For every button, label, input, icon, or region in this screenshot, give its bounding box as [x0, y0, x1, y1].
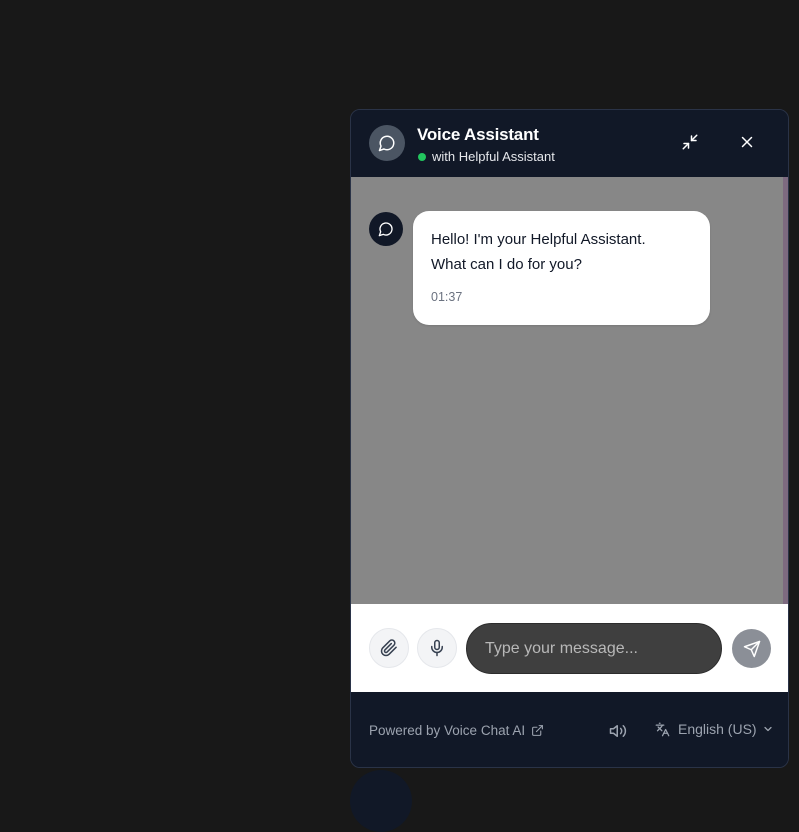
attach-button[interactable] [369, 628, 409, 668]
close-icon [741, 136, 753, 148]
message-list[interactable]: Hello! I'm your Helpful Assistant. What … [351, 177, 788, 604]
widget-subtitle: with Helpful Assistant [417, 149, 555, 164]
paperclip-icon [380, 639, 397, 657]
chat-launcher-button[interactable] [350, 770, 412, 832]
close-button[interactable] [735, 130, 759, 154]
speaker-icon [609, 725, 627, 737]
chat-bubble-icon [378, 222, 393, 237]
external-link-icon [532, 725, 544, 736]
chat-bubble-icon [378, 135, 395, 152]
assistant-message-bubble: Hello! I'm your Helpful Assistant. What … [413, 211, 710, 325]
microphone-button[interactable] [417, 628, 457, 668]
chat-header: Voice Assistant with Helpful Assistant [351, 110, 788, 178]
online-status-dot [418, 152, 426, 161]
message-input[interactable] [466, 623, 722, 674]
chat-footer: Powered by Voice Chat AI English (US) [351, 692, 788, 767]
microphone-icon [431, 639, 443, 657]
message-timestamp: 01:37 [431, 290, 463, 304]
language-label: English (US) [678, 721, 757, 737]
minimize-arrows-icon [682, 134, 698, 150]
powered-by-text: Powered by Voice Chat AI [369, 723, 526, 738]
speaker-toggle[interactable] [608, 721, 628, 741]
send-icon [743, 640, 760, 657]
send-button[interactable] [732, 629, 771, 668]
message-composer [351, 604, 788, 692]
assistant-avatar [369, 125, 405, 161]
chevron-down-icon [763, 726, 772, 732]
translate-icon [655, 722, 670, 736]
widget-title: Voice Assistant [417, 125, 539, 144]
powered-by-link[interactable]: Powered by Voice Chat AI [369, 723, 544, 738]
minimize-button[interactable] [678, 130, 702, 154]
chat-widget: Voice Assistant with Helpful Assistant H… [350, 109, 789, 768]
message-scrollbar[interactable] [783, 177, 788, 604]
message-avatar [369, 212, 403, 246]
subtitle-text: with Helpful Assistant [432, 149, 555, 164]
message-text: Hello! I'm your Helpful Assistant. What … [431, 231, 646, 273]
language-selector[interactable]: English (US) [655, 721, 774, 737]
